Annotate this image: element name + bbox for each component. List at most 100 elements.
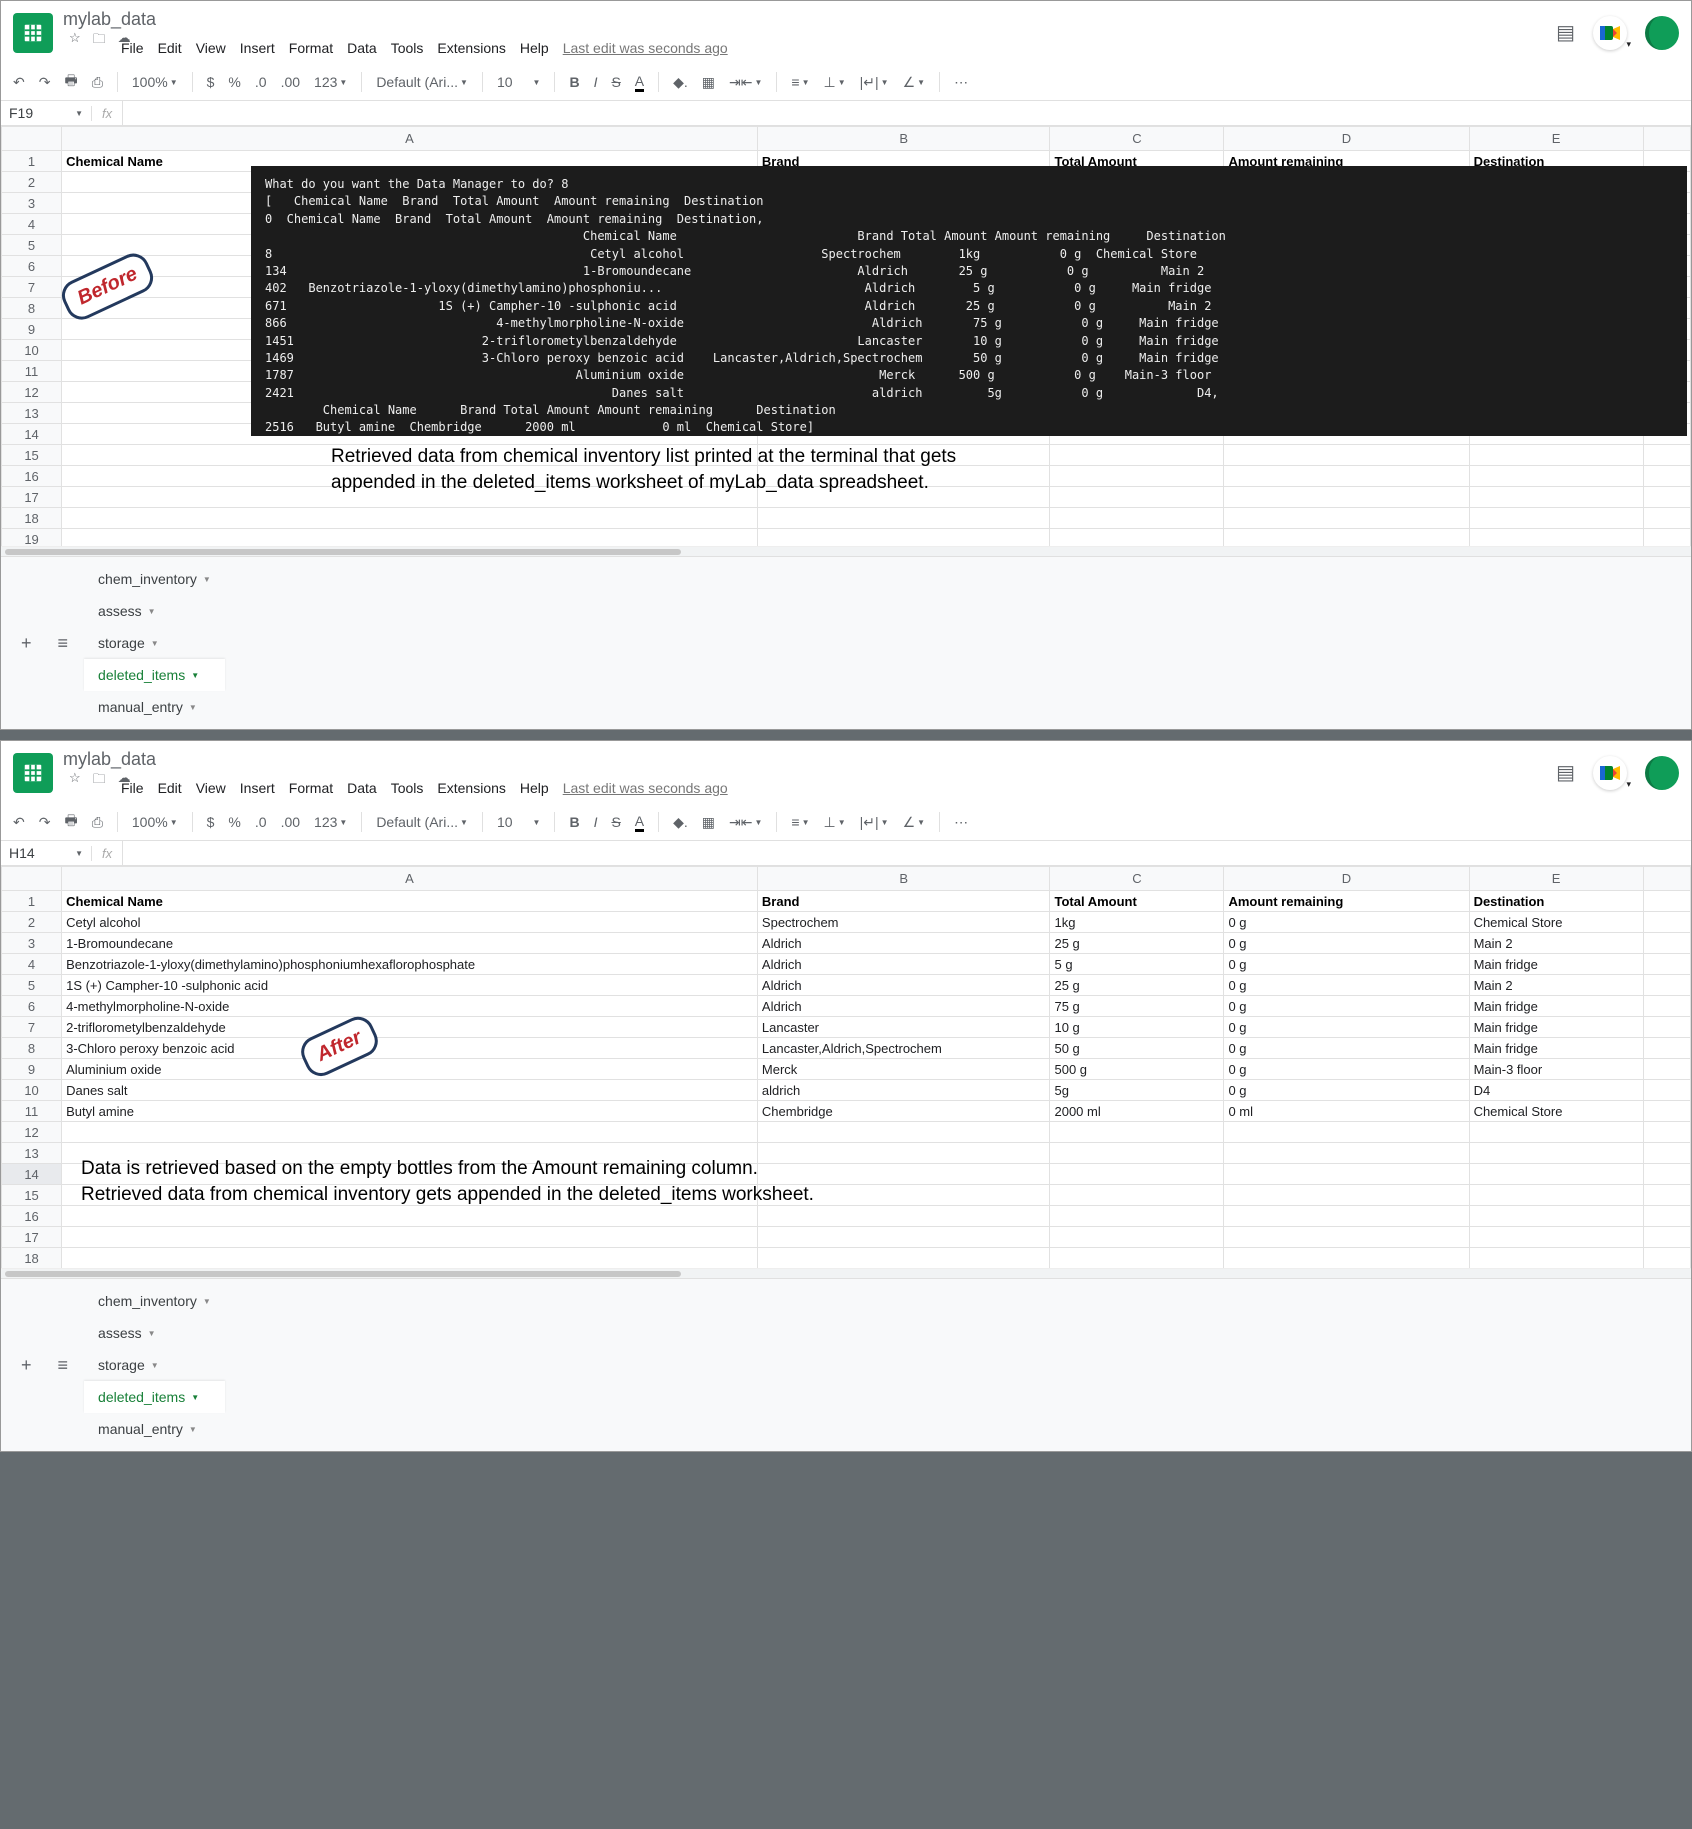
table-row[interactable]: 9Aluminium oxideMerck500 g0 gMain-3 floo… xyxy=(2,1059,1691,1080)
fillcolor-button[interactable]: ◆. xyxy=(673,814,688,831)
formula-bar[interactable] xyxy=(122,101,1691,125)
star-icon[interactable]: ☆ xyxy=(69,30,81,52)
table-row[interactable]: 2Cetyl alcoholSpectrochem1kg0 gChemical … xyxy=(2,912,1691,933)
menu-view[interactable]: View xyxy=(196,780,226,796)
halign-button[interactable]: ≡ ▼ xyxy=(791,814,809,830)
table-row[interactable]: 64-methylmorpholine-N-oxideAldrich75 g0 … xyxy=(2,996,1691,1017)
menu-help[interactable]: Help xyxy=(520,780,549,796)
textcolor-button[interactable]: A xyxy=(635,73,644,92)
decrease-decimal-button[interactable]: .0 xyxy=(255,814,267,830)
comments-icon[interactable]: ▤ xyxy=(1556,760,1575,785)
rotate-button[interactable]: ∠ ▼ xyxy=(903,74,925,91)
table-row[interactable]: 1Chemical NameBrandTotal AmountAmount re… xyxy=(2,891,1691,912)
valign-button[interactable]: ⊥ ▼ xyxy=(824,74,846,91)
more-button[interactable]: ⋯ xyxy=(954,74,968,91)
last-edit-link[interactable]: Last edit was seconds ago xyxy=(563,780,728,796)
more-button[interactable]: ⋯ xyxy=(954,814,968,831)
tab-deleted_items[interactable]: deleted_items ▼ xyxy=(84,1381,225,1413)
table-row[interactable]: 12 xyxy=(2,1122,1691,1143)
name-box[interactable]: H14▼ xyxy=(1,841,91,865)
bold-button[interactable]: B xyxy=(569,814,579,830)
menu-extensions[interactable]: Extensions xyxy=(437,40,505,56)
valign-button[interactable]: ⊥ ▼ xyxy=(824,814,846,831)
tab-assess[interactable]: assess ▼ xyxy=(84,1317,225,1349)
table-row[interactable]: 31-BromoundecaneAldrich25 g0 gMain 2 xyxy=(2,933,1691,954)
borders-button[interactable]: ▦ xyxy=(702,814,715,831)
meet-button[interactable]: ▾ xyxy=(1593,16,1627,50)
font-select[interactable]: Default (Ari... ▼ xyxy=(376,74,468,90)
percent-button[interactable]: % xyxy=(228,74,240,90)
font-select[interactable]: Default (Ari... ▼ xyxy=(376,814,468,830)
all-sheets-button[interactable]: ≡ xyxy=(48,1349,79,1382)
tab-storage[interactable]: storage ▼ xyxy=(84,1349,225,1381)
format-number-button[interactable]: 123 ▼ xyxy=(314,74,347,90)
paintformat-button[interactable]: ⎙ xyxy=(92,74,103,91)
meet-button[interactable]: ▾ xyxy=(1593,756,1627,790)
zoom-select[interactable]: 100% ▼ xyxy=(132,74,178,90)
last-edit-link[interactable]: Last edit was seconds ago xyxy=(563,40,728,56)
tab-assess[interactable]: assess ▼ xyxy=(84,595,225,627)
menu-data[interactable]: Data xyxy=(347,780,377,796)
menu-insert[interactable]: Insert xyxy=(240,780,275,796)
decrease-decimal-button[interactable]: .0 xyxy=(255,74,267,90)
tab-manual_entry[interactable]: manual_entry ▼ xyxy=(84,691,225,723)
merge-button[interactable]: ⇥⇤ ▼ xyxy=(729,74,762,91)
table-row[interactable]: 16 xyxy=(2,1206,1691,1227)
menu-tools[interactable]: Tools xyxy=(391,780,424,796)
menu-file[interactable]: File xyxy=(121,780,144,796)
halign-button[interactable]: ≡ ▼ xyxy=(791,74,809,90)
horizontal-scrollbar[interactable] xyxy=(1,1268,1691,1278)
fontsize-select[interactable]: 10 ▼ xyxy=(497,814,541,830)
spreadsheet-grid[interactable]: ABCDE 1Chemical NameBrandTotal AmountAmo… xyxy=(1,866,1691,1269)
strike-button[interactable]: S xyxy=(611,814,620,830)
table-row[interactable]: 51S (+) Campher-10 -sulphonic acidAldric… xyxy=(2,975,1691,996)
document-title[interactable]: mylab_data xyxy=(63,749,156,769)
wrap-button[interactable]: |↵| ▼ xyxy=(860,814,889,831)
menu-format[interactable]: Format xyxy=(289,40,333,56)
undo-button[interactable]: ↶ xyxy=(13,74,25,91)
menu-tools[interactable]: Tools xyxy=(391,40,424,56)
tab-manual_entry[interactable]: manual_entry ▼ xyxy=(84,1413,225,1445)
increase-decimal-button[interactable]: .00 xyxy=(281,814,300,830)
redo-button[interactable]: ↷ xyxy=(39,74,51,91)
all-sheets-button[interactable]: ≡ xyxy=(48,627,79,660)
table-row[interactable]: 10Danes saltaldrich5g0 gD4 xyxy=(2,1080,1691,1101)
print-button[interactable]: 🖶 xyxy=(64,810,77,834)
table-row[interactable]: 4Benzotriazole-1-yloxy(dimethylamino)pho… xyxy=(2,954,1691,975)
horizontal-scrollbar[interactable] xyxy=(1,546,1691,556)
percent-button[interactable]: % xyxy=(228,814,240,830)
table-row[interactable]: 83-Chloro peroxy benzoic acidLancaster,A… xyxy=(2,1038,1691,1059)
strike-button[interactable]: S xyxy=(611,74,620,90)
menu-format[interactable]: Format xyxy=(289,780,333,796)
add-sheet-button[interactable]: + xyxy=(11,627,42,660)
account-avatar[interactable] xyxy=(1645,16,1679,50)
merge-button[interactable]: ⇥⇤ ▼ xyxy=(729,814,762,831)
menu-insert[interactable]: Insert xyxy=(240,40,275,56)
account-avatar[interactable] xyxy=(1645,756,1679,790)
add-sheet-button[interactable]: + xyxy=(11,1349,42,1382)
paintformat-button[interactable]: ⎙ xyxy=(92,814,103,831)
menu-extensions[interactable]: Extensions xyxy=(437,780,505,796)
fillcolor-button[interactable]: ◆. xyxy=(673,74,688,91)
redo-button[interactable]: ↷ xyxy=(39,814,51,831)
wrap-button[interactable]: |↵| ▼ xyxy=(860,74,889,91)
tab-deleted_items[interactable]: deleted_items ▼ xyxy=(84,659,225,691)
menu-view[interactable]: View xyxy=(196,40,226,56)
fontsize-select[interactable]: 10 ▼ xyxy=(497,74,541,90)
currency-button[interactable]: $ xyxy=(207,814,215,830)
comments-icon[interactable]: ▤ xyxy=(1556,20,1575,45)
tab-chem_inventory[interactable]: chem_inventory ▼ xyxy=(84,1285,225,1317)
textcolor-button[interactable]: A xyxy=(635,813,644,832)
rotate-button[interactable]: ∠ ▼ xyxy=(903,814,925,831)
italic-button[interactable]: I xyxy=(594,814,598,830)
move-icon[interactable]: 🗀 xyxy=(93,770,106,792)
borders-button[interactable]: ▦ xyxy=(702,74,715,91)
tab-chem_inventory[interactable]: chem_inventory ▼ xyxy=(84,563,225,595)
tab-storage[interactable]: storage ▼ xyxy=(84,627,225,659)
print-button[interactable]: 🖶 xyxy=(64,70,77,94)
star-icon[interactable]: ☆ xyxy=(69,770,81,792)
menu-edit[interactable]: Edit xyxy=(158,780,182,796)
bold-button[interactable]: B xyxy=(569,74,579,90)
format-number-button[interactable]: 123 ▼ xyxy=(314,814,347,830)
table-row[interactable]: 11Butyl amineChembridge2000 ml0 mlChemic… xyxy=(2,1101,1691,1122)
